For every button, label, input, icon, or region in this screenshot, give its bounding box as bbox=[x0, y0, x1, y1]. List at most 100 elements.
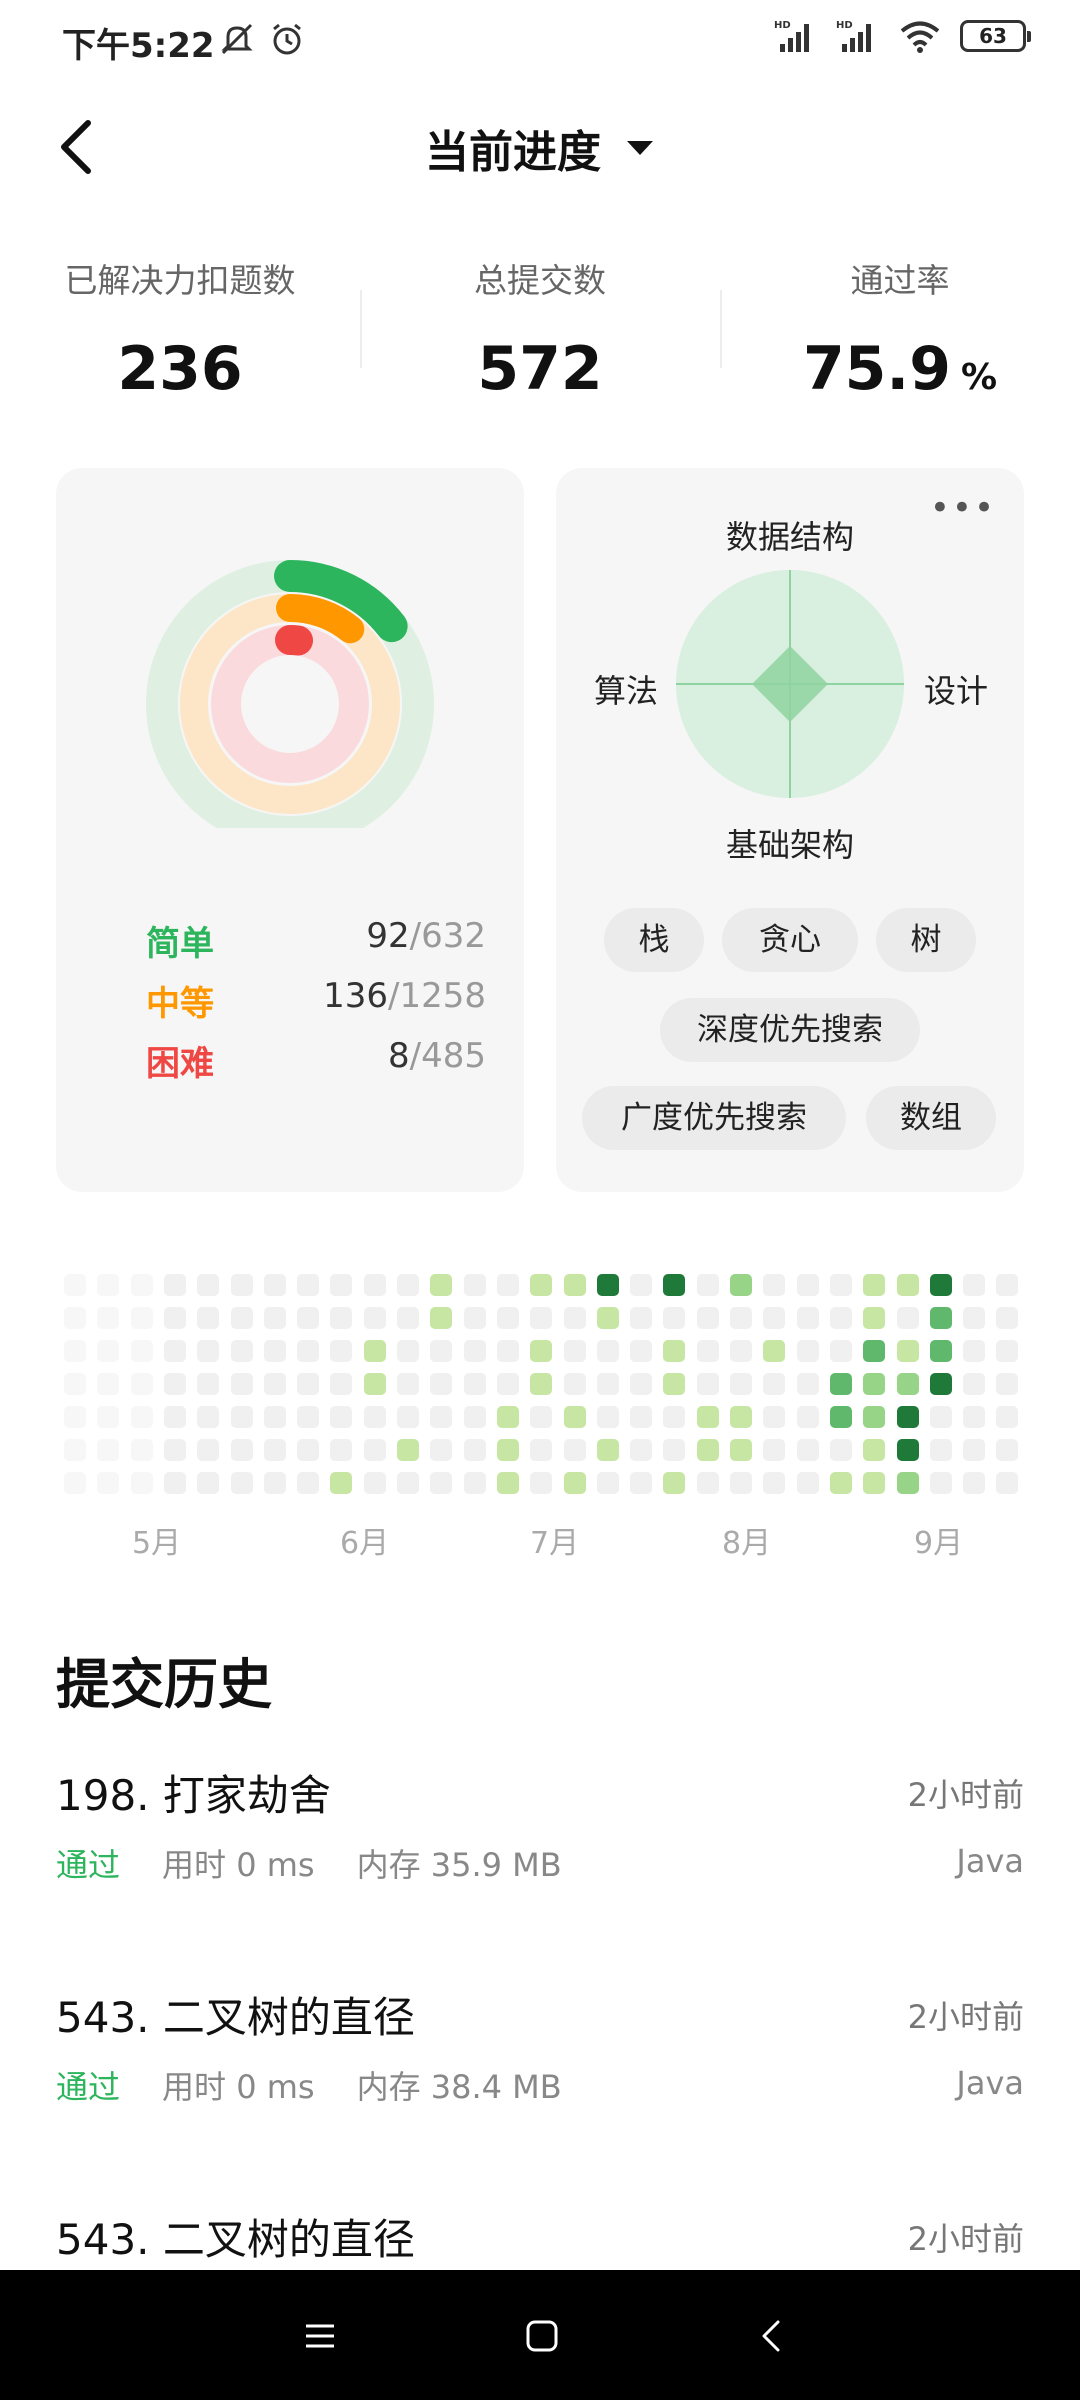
difficulty-card[interactable]: 简单 92/632 中等 136/1258 困难 8/485 bbox=[56, 468, 524, 1192]
heatmap-cell bbox=[496, 1439, 519, 1461]
skill-radar-chart bbox=[676, 570, 904, 798]
heatmap-cell bbox=[563, 1439, 586, 1461]
heatmap-cell bbox=[397, 1439, 419, 1461]
heatmap-cell bbox=[796, 1307, 819, 1329]
back-nav-button[interactable] bbox=[742, 2306, 802, 2366]
heatmap-cell bbox=[663, 1439, 686, 1461]
heatmap-cell bbox=[263, 1439, 286, 1461]
heatmap-cell bbox=[896, 1307, 919, 1329]
heatmap-cell bbox=[230, 1373, 253, 1395]
heatmap-cell bbox=[97, 1439, 120, 1461]
heatmap-cell bbox=[197, 1472, 220, 1494]
heatmap-cell bbox=[696, 1373, 719, 1395]
heatmap-cell bbox=[996, 1340, 1019, 1362]
difficulty-easy: 简单 92/632 bbox=[146, 916, 486, 965]
heatmap-cell bbox=[996, 1373, 1019, 1395]
heatmap-cell bbox=[763, 1406, 786, 1428]
home-square-icon bbox=[526, 2320, 558, 2352]
heatmap-cell bbox=[97, 1274, 120, 1296]
heatmap-cell bbox=[763, 1274, 786, 1296]
submission-item[interactable]: 198. 打家劫舍 2小时前 通过 用时 0 ms 内存 35.9 MB Jav… bbox=[56, 1762, 1024, 1962]
submission-title: 198. 打家劫舍 bbox=[56, 1771, 331, 1820]
heatmap-cell bbox=[929, 1472, 952, 1494]
heatmap-cell bbox=[197, 1406, 220, 1428]
month-label: 7月 bbox=[530, 1526, 580, 1561]
skill-tag[interactable]: 数组 bbox=[866, 1086, 996, 1150]
heatmap-cell bbox=[630, 1340, 653, 1362]
submission-item[interactable]: 543. 二叉树的直径 2小时前 通过 用时 0 ms 内存 38.4 MB J… bbox=[56, 1984, 1024, 2184]
stat-unit: % bbox=[960, 357, 998, 398]
heatmap-cell bbox=[97, 1373, 120, 1395]
stat-label: 总提交数 bbox=[474, 261, 606, 300]
heatmap-cell bbox=[896, 1472, 919, 1494]
heatmap-cell bbox=[64, 1307, 86, 1329]
heatmap-cell bbox=[829, 1274, 852, 1296]
heatmap-cell bbox=[130, 1307, 153, 1329]
heatmap-cell bbox=[696, 1274, 719, 1296]
heatmap-cell bbox=[996, 1274, 1019, 1296]
heatmap-cell bbox=[530, 1373, 553, 1395]
heatmap-cell bbox=[630, 1406, 653, 1428]
status-bar: 下午5:22 HD HD 63 bbox=[0, 0, 1080, 80]
skill-tag[interactable]: 树 bbox=[876, 908, 976, 972]
skill-tag[interactable]: 深度优先搜索 bbox=[660, 998, 920, 1062]
heatmap-cell bbox=[430, 1274, 453, 1296]
heatmap-cell bbox=[596, 1406, 619, 1428]
difficulty-hard: 困难 8/485 bbox=[146, 1036, 486, 1085]
heatmap-cell bbox=[263, 1274, 286, 1296]
stat-value: 75.9% bbox=[802, 334, 998, 404]
heatmap-cell bbox=[630, 1472, 653, 1494]
heatmap-cell bbox=[763, 1307, 786, 1329]
heatmap-cell bbox=[263, 1373, 286, 1395]
skill-tag[interactable]: 栈 bbox=[604, 908, 704, 972]
difficulty-name: 简单 bbox=[146, 924, 214, 964]
skill-tag[interactable]: 广度优先搜索 bbox=[582, 1086, 846, 1150]
heatmap-cell bbox=[64, 1472, 86, 1494]
heatmap-cell bbox=[530, 1406, 553, 1428]
submission-item[interactable]: 543. 二叉树的直径 2小时前 bbox=[56, 2206, 1024, 2270]
menu-button[interactable] bbox=[290, 2306, 350, 2366]
signal-hd-icon: HD bbox=[836, 20, 871, 52]
heatmap-cell bbox=[530, 1274, 553, 1296]
heatmap-cell bbox=[430, 1439, 453, 1461]
heatmap-cell bbox=[796, 1406, 819, 1428]
heatmap-cell bbox=[730, 1274, 752, 1296]
heatmap-cell bbox=[963, 1472, 986, 1494]
heatmap-cell bbox=[663, 1472, 686, 1494]
heatmap-cell bbox=[896, 1373, 919, 1395]
heatmap-cell bbox=[796, 1439, 819, 1461]
heatmap-cell bbox=[496, 1406, 519, 1428]
submission-runtime: 用时 0 ms bbox=[162, 2068, 315, 2106]
heatmap-cell bbox=[563, 1472, 586, 1494]
home-button[interactable] bbox=[512, 2306, 572, 2366]
heatmap-cell bbox=[929, 1406, 952, 1428]
heatmap-cell bbox=[829, 1340, 852, 1362]
heatmap-cell bbox=[896, 1439, 919, 1461]
page-title: 当前进度 bbox=[425, 127, 601, 178]
progress-selector[interactable]: 当前进度 bbox=[0, 116, 1080, 180]
heatmap-cell bbox=[563, 1373, 586, 1395]
submission-memory: 内存 35.9 MB bbox=[356, 1846, 562, 1884]
skills-card[interactable]: ••• 数据结构 算法 设计 基础架构 栈 贪心 树 深度优先搜索 广度优先搜索… bbox=[556, 468, 1024, 1192]
heatmap-cell bbox=[163, 1274, 186, 1296]
heatmap-cell bbox=[330, 1274, 353, 1296]
heatmap-cell bbox=[996, 1439, 1019, 1461]
heatmap-cell bbox=[929, 1307, 952, 1329]
month-label: 9月 bbox=[914, 1526, 964, 1561]
heatmap-cell bbox=[163, 1340, 186, 1362]
heatmap-cell bbox=[330, 1373, 353, 1395]
back-arrow-icon bbox=[762, 2320, 780, 2352]
svg-text:HD: HD bbox=[836, 20, 853, 31]
heatmap-cell bbox=[896, 1274, 919, 1296]
heatmap-cell bbox=[496, 1307, 519, 1329]
stat-pass-rate: 通过率 75.9% bbox=[720, 248, 1080, 418]
stat-value: 236 bbox=[117, 334, 243, 404]
skill-tag[interactable]: 贪心 bbox=[722, 908, 858, 972]
heatmap-cell bbox=[163, 1307, 186, 1329]
submission-time: 2小时前 bbox=[907, 2220, 1024, 2258]
heatmap-cell bbox=[696, 1472, 719, 1494]
svg-text:HD: HD bbox=[774, 20, 791, 31]
more-icon[interactable]: ••• bbox=[930, 488, 996, 528]
heatmap-cell bbox=[630, 1439, 653, 1461]
heatmap-cell bbox=[463, 1340, 486, 1362]
